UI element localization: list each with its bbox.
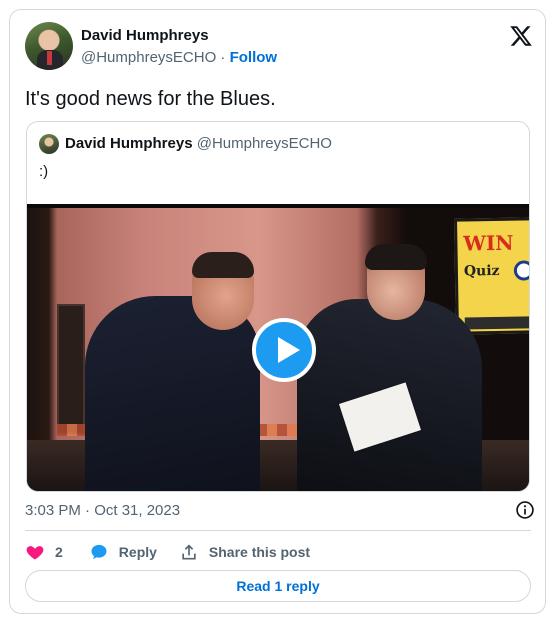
video-person-left-hair [192, 252, 254, 278]
video-background-door [57, 304, 85, 434]
heart-icon [26, 546, 44, 560]
like-count: 2 [55, 544, 63, 560]
quoted-author-name: David Humphreys [65, 135, 193, 152]
x-logo-icon[interactable] [509, 24, 533, 48]
action-bar: 2 Reply Share this post [25, 540, 332, 564]
author-handle[interactable]: @HumphreysECHO [81, 49, 216, 66]
poster-target-logo [513, 260, 529, 281]
tweet-timestamp[interactable]: 3:03 PM · Oct 31, 2023 [25, 501, 180, 521]
share-label: Share this post [208, 544, 311, 560]
video-quiz-poster: WIN Quiz [453, 217, 529, 335]
poster-day-band [464, 316, 529, 330]
reply-button[interactable]: Reply [89, 542, 157, 562]
footer-divider [25, 530, 531, 531]
info-icon[interactable] [515, 500, 535, 520]
share-button[interactable]: Share this post [179, 542, 310, 562]
share-icon [182, 544, 196, 560]
reply-label: Reply [118, 544, 157, 560]
like-button[interactable]: 2 [25, 542, 63, 562]
quoted-author-avatar [39, 134, 59, 154]
author-handle-line: @HumphreysECHO · Follow [81, 48, 277, 68]
play-icon[interactable] [252, 318, 316, 382]
embedded-tweet-card: David Humphreys @HumphreysECHO · Follow … [9, 9, 546, 614]
author-name[interactable]: David Humphreys [81, 26, 277, 46]
reply-bubble-icon [91, 544, 107, 560]
poster-win-text: WIN [463, 230, 514, 256]
read-replies-button[interactable]: Read 1 reply [25, 570, 531, 602]
handle-separator: · [216, 49, 230, 66]
author-avatar[interactable] [25, 22, 73, 70]
avatar-tie [47, 51, 52, 65]
poster-quiz-text: Quiz [463, 262, 500, 280]
video-person-right-hair [365, 244, 427, 270]
follow-link[interactable]: Follow [230, 49, 278, 66]
quoted-tweet-text: :) [39, 163, 49, 180]
quoted-tweet[interactable]: David Humphreys @HumphreysECHO :) WIN Qu… [26, 121, 530, 492]
quoted-tweet-header: David Humphreys @HumphreysECHO [65, 134, 332, 154]
video-top-band [27, 204, 529, 208]
tweet-text: It's good news for the Blues. [25, 88, 276, 110]
author-info: David Humphreys @HumphreysECHO · Follow [81, 26, 277, 68]
quoted-author-handle: @HumphreysECHO [196, 135, 332, 152]
video-player[interactable]: WIN Quiz [27, 204, 529, 491]
